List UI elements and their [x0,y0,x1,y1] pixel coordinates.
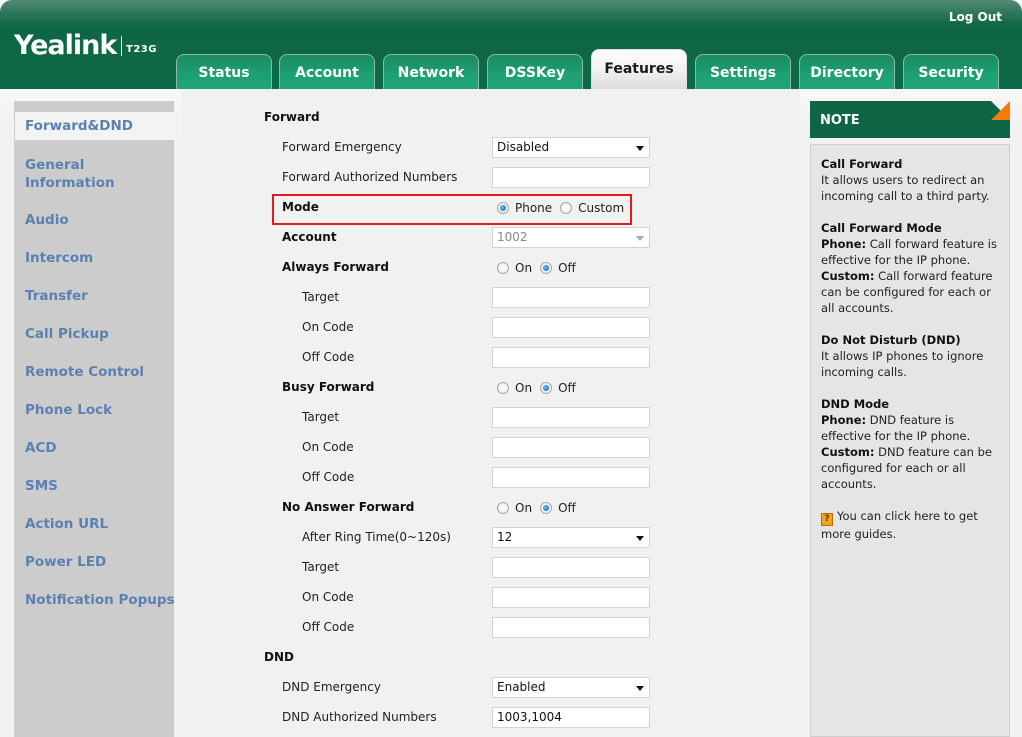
always-on-code-label: On Code [302,320,354,334]
sidebar-item-acd[interactable]: ACD [25,439,57,457]
busy-forward-off-label: Off [558,381,576,395]
sidebar-item-power-led[interactable]: Power LED [25,553,106,571]
sidebar-item-intercom[interactable]: Intercom [25,249,93,267]
dnd-emergency-label: DND Emergency [282,680,381,694]
sidebar-item-call-pickup[interactable]: Call Pickup [25,325,109,343]
busy-off-code-input[interactable] [492,467,650,488]
chevron-down-icon [636,146,644,151]
sidebar-item-forward-dnd[interactable]: Forward&DND [15,112,182,140]
sidebar-item-audio[interactable]: Audio [25,211,69,229]
always-forward-label: Always Forward [282,260,389,274]
no-answer-target-input[interactable] [492,557,650,578]
tab-security[interactable]: Security [903,54,999,89]
always-forward-radio-group: On Off [497,259,584,277]
mode-custom-radio[interactable] [560,202,573,214]
busy-forward-label: Busy Forward [282,380,375,394]
section-title-forward: Forward [264,110,320,124]
mode-radio-group: Phone Custom [497,199,632,217]
note-dnd: Do Not Disturb (DND) It allows IP phones… [821,333,984,379]
always-forward-on-label: On [515,261,533,275]
tab-dsskey[interactable]: DSSKey [487,54,583,89]
note-body: Call Forward It allows users to redirect… [810,144,1010,737]
no-answer-forward-off-label: Off [558,501,576,515]
note-header: NOTE [810,101,1010,138]
busy-on-code-label: On Code [302,440,354,454]
always-off-code-label: Off Code [302,350,355,364]
busy-forward-on-label: On [515,381,533,395]
mode-phone-radio[interactable] [497,202,509,214]
note-title: NOTE [820,113,860,128]
logout-link[interactable]: Log Out [949,10,1002,24]
help-book-icon[interactable]: ? [821,513,833,526]
no-answer-target-label: Target [302,560,340,574]
more-guides-link[interactable]: ? You can click here to get more guides. [821,508,999,542]
busy-off-code-label: Off Code [302,470,355,484]
no-answer-on-code-label: On Code [302,590,354,604]
sidebar-item-general-information[interactable]: General Information [25,156,145,192]
note-dnd-mode: DND Mode Phone: DND feature is effective… [821,397,992,491]
ring-time-select[interactable]: 12 [492,527,650,548]
tab-settings[interactable]: Settings [695,54,791,89]
no-answer-off-code-label: Off Code [302,620,355,634]
brand-logo: Yealink [14,30,117,61]
sidebar-item-transfer[interactable]: Transfer [25,287,88,305]
no-answer-off-code-input[interactable] [492,617,650,638]
dnd-emergency-select[interactable]: Enabled [492,677,650,698]
no-answer-forward-on-label: On [515,501,533,515]
tab-network[interactable]: Network [383,54,479,89]
chevron-down-icon [636,686,644,691]
no-answer-on-code-input[interactable] [492,587,650,608]
sidebar [14,101,174,737]
dnd-authorized-numbers-input[interactable]: 1003,1004 [492,707,650,728]
top-header: Yealink T23G Log Out Status Account Netw… [0,0,1022,89]
always-forward-off-radio[interactable] [540,262,553,274]
no-answer-forward-label: No Answer Forward [282,500,415,514]
mode-phone-label: Phone [515,201,553,215]
sidebar-item-phone-lock[interactable]: Phone Lock [25,401,112,419]
chevron-down-icon [636,236,644,241]
tab-status[interactable]: Status [176,54,272,89]
chevron-down-icon [636,536,644,541]
busy-forward-radio-group: On Off [497,379,584,397]
dnd-authorized-numbers-label: DND Authorized Numbers [282,710,437,724]
busy-forward-on-radio[interactable] [497,382,509,394]
ring-time-label: After Ring Time(0~120s) [302,530,451,544]
no-answer-forward-radio-group: On Off [497,499,584,517]
busy-target-label: Target [302,410,340,424]
busy-forward-off-radio[interactable] [540,382,553,394]
always-on-code-input[interactable] [492,317,650,338]
section-title-dnd: DND [264,650,294,664]
page-corner-icon [991,101,1010,120]
busy-on-code-input[interactable] [492,437,650,458]
account-label: Account [282,230,337,244]
logo-divider [121,36,122,56]
always-forward-on-radio[interactable] [497,262,509,274]
no-answer-forward-off-radio[interactable] [540,502,553,514]
model-label: T23G [126,44,157,55]
mode-label: Mode [282,200,319,214]
main-panel [182,89,800,737]
note-call-forward: Call Forward It allows users to redirect… [821,157,990,203]
always-off-code-input[interactable] [492,347,650,368]
always-target-label: Target [302,290,340,304]
always-forward-off-label: Off [558,261,576,275]
tab-account[interactable]: Account [279,54,375,89]
forward-emergency-label: Forward Emergency [282,140,402,154]
sidebar-item-remote-control[interactable]: Remote Control [25,363,144,381]
no-answer-forward-on-radio[interactable] [497,502,509,514]
always-target-input[interactable] [492,287,650,308]
note-call-forward-mode: Call Forward Mode Phone: Call forward fe… [821,221,997,315]
tab-features[interactable]: Features [591,49,687,89]
forward-authorized-numbers-label: Forward Authorized Numbers [282,170,458,184]
sidebar-item-notification-popups[interactable]: Notification Popups [25,591,175,609]
tab-directory[interactable]: Directory [799,54,895,89]
account-select[interactable]: 1002 [492,227,650,248]
sidebar-item-action-url[interactable]: Action URL [25,515,108,533]
mode-custom-label: Custom [578,201,625,215]
forward-emergency-select[interactable]: Disabled [492,137,650,158]
sidebar-item-sms[interactable]: SMS [25,477,58,495]
forward-authorized-numbers-input[interactable] [492,167,650,188]
busy-target-input[interactable] [492,407,650,428]
